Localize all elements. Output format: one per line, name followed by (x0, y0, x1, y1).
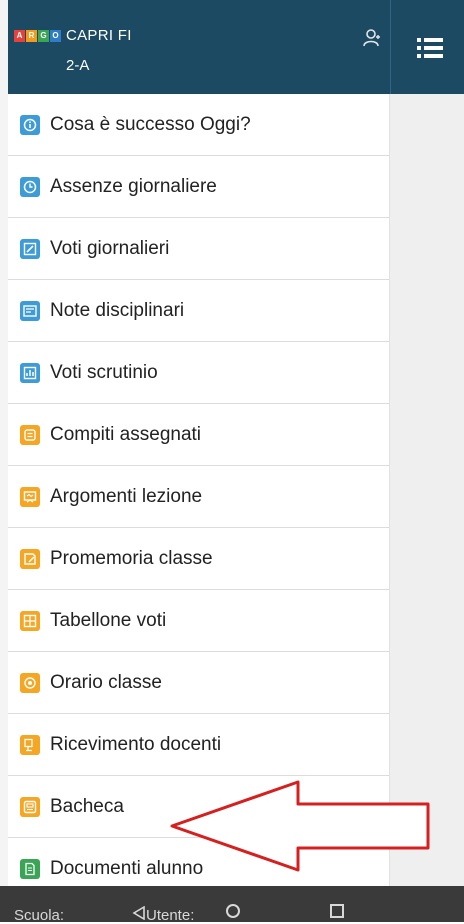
class-name: 2-A (66, 57, 90, 74)
menu-item-orario-classe[interactable]: Orario classe (8, 652, 390, 714)
document-icon (20, 858, 40, 879)
menu-item-compiti-assegnati[interactable]: Compiti assegnati (8, 404, 390, 466)
menu-item-label: Compiti assegnati (50, 423, 202, 445)
menu-item-assenze-giornaliere[interactable]: Assenze giornaliere (8, 156, 390, 218)
memo-icon (20, 548, 40, 569)
menu-item-voti-scrutinio[interactable]: Voti scrutinio (8, 342, 390, 404)
bottom-user-label: Utente: (146, 907, 195, 924)
switch-user-icon[interactable] (362, 28, 382, 48)
menu-item-label: Tabellone voti (50, 609, 167, 631)
logo-letter: O (50, 30, 61, 42)
note-icon (20, 300, 40, 321)
chart-icon (20, 362, 40, 383)
content-pane (390, 94, 464, 886)
back-icon[interactable] (132, 906, 146, 920)
home-icon[interactable] (226, 904, 240, 918)
logo-letter: A (14, 30, 25, 42)
menu-item-label: Note disciplinari (50, 299, 185, 321)
menu-item-label: Voti giornalieri (50, 237, 170, 259)
menu-item-label: Ricevimento docenti (50, 733, 222, 755)
menu-item-argomenti-lezione[interactable]: Argomenti lezione (8, 466, 390, 528)
menu-item-promemoria-classe[interactable]: Promemoria classe (8, 528, 390, 590)
menu-item-tabellone-voti[interactable]: Tabellone voti (8, 590, 390, 652)
schedule-icon (20, 672, 40, 693)
menu-item-cosa-e-successo-oggi[interactable]: Cosa è successo Oggi? (8, 94, 390, 156)
bulletin-icon (20, 796, 40, 817)
menu-item-label: Assenze giornaliere (50, 175, 217, 197)
logo-letter: G (38, 30, 49, 42)
logo-letter: R (26, 30, 37, 42)
hamburger-button[interactable] (390, 0, 464, 94)
menu-item-label: Orario classe (50, 671, 162, 693)
bottom-status-bar: Scuola: Utente: (0, 886, 464, 924)
bottom-school-label: Scuola: (14, 907, 65, 924)
menu-item-label: Cosa è successo Oggi? (50, 113, 251, 135)
menu-item-label: Documenti alunno (50, 857, 204, 879)
school-name: CAPRI FI (66, 27, 132, 44)
table-icon (20, 610, 40, 631)
info-icon (20, 114, 40, 135)
meeting-icon (20, 734, 40, 755)
app-header: A R G O CAPRI FI 2-A (8, 0, 390, 94)
recent-apps-icon[interactable] (330, 904, 344, 918)
menu-item-label: Promemoria classe (50, 547, 213, 569)
menu-item-label: Bacheca (50, 795, 124, 817)
menu-item-voti-giornalieri[interactable]: Voti giornalieri (8, 218, 390, 280)
menu-item-label: Voti scrutinio (50, 361, 158, 383)
side-menu: Cosa è successo Oggi? Assenze giornalier… (8, 94, 390, 900)
hamburger-icon (417, 38, 443, 58)
edit-icon (20, 238, 40, 259)
argo-logo: A R G O (14, 30, 61, 42)
menu-item-note-disciplinari[interactable]: Note disciplinari (8, 280, 390, 342)
menu-item-ricevimento-docenti[interactable]: Ricevimento docenti (8, 714, 390, 776)
board-icon (20, 486, 40, 507)
menu-item-label: Argomenti lezione (50, 485, 203, 507)
clock-icon (20, 176, 40, 197)
book-icon (20, 424, 40, 445)
menu-item-bacheca[interactable]: Bacheca (8, 776, 390, 838)
left-gutter (0, 0, 8, 922)
